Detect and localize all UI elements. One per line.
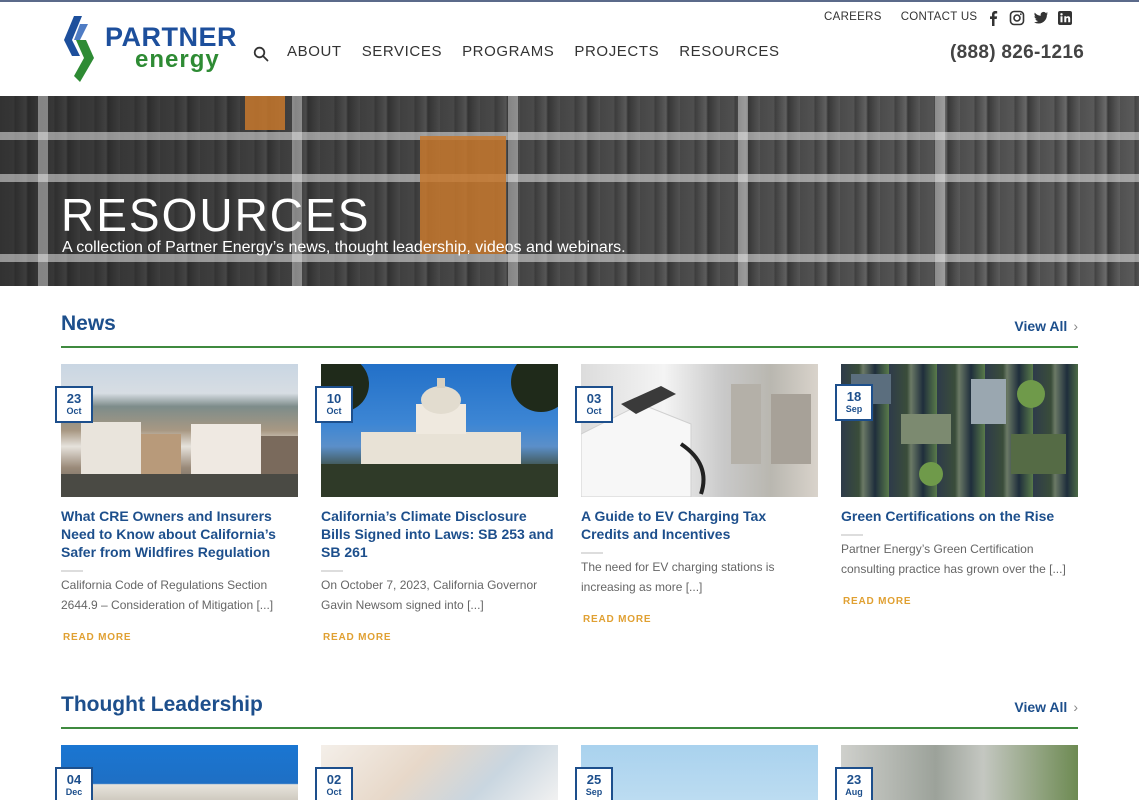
thought-leadership-card[interactable]: 23 Aug xyxy=(835,745,1078,800)
news-card-excerpt: Partner Energy’s Green Certification con… xyxy=(841,542,1066,576)
date-month: Dec xyxy=(65,787,83,797)
shelf-board xyxy=(0,132,1139,140)
news-card[interactable]: 23 Oct What CRE Owners and Insurers Need… xyxy=(55,364,298,654)
page-subtitle: A collection of Partner Energy’s news, t… xyxy=(62,239,626,256)
nav-item-projects[interactable]: PROJECTS xyxy=(574,43,659,60)
news-card[interactable]: 03 Oct A Guide to EV Charging Tax Credit… xyxy=(575,364,818,634)
orange-binder xyxy=(245,96,285,130)
news-card-title[interactable]: What CRE Owners and Insurers Need to Kno… xyxy=(61,507,298,561)
date-month: Oct xyxy=(326,787,342,797)
news-card-title[interactable]: California’s Climate Disclosure Bills Si… xyxy=(321,507,558,561)
utility-links: CAREERS CONTACT US xyxy=(824,11,996,23)
date-month: Oct xyxy=(586,406,602,416)
thought-leadership-section-title: Thought Leadership xyxy=(61,693,263,716)
capitol-building-image xyxy=(321,364,558,497)
read-more-link[interactable]: READ MORE xyxy=(843,596,911,607)
read-more-link[interactable]: READ MORE xyxy=(323,632,391,643)
date-day: 23 xyxy=(66,391,82,406)
date-day: 03 xyxy=(586,391,602,406)
read-more-link[interactable]: READ MORE xyxy=(583,614,651,625)
site-logo[interactable]: PARTNER energy xyxy=(60,14,237,86)
date-badge: 03 Oct xyxy=(575,386,613,423)
card-divider xyxy=(581,552,603,554)
aerial-city-image xyxy=(851,374,1066,486)
page-title: RESOURCES xyxy=(61,189,371,241)
date-month: Aug xyxy=(845,787,863,797)
read-more-link[interactable]: READ MORE xyxy=(63,632,131,643)
date-badge: 10 Oct xyxy=(315,386,353,423)
date-badge: 04 Dec xyxy=(55,767,93,800)
hero-banner: RESOURCES A collection of Partner Energy… xyxy=(0,96,1139,286)
nav-item-programs[interactable]: PROGRAMS xyxy=(462,43,554,60)
card-divider xyxy=(61,570,83,572)
chevron-right-icon: › xyxy=(1073,699,1078,715)
news-section-divider xyxy=(61,346,1078,348)
card-divider xyxy=(841,534,863,536)
nav-item-resources[interactable]: RESOURCES xyxy=(679,43,779,60)
date-month: Oct xyxy=(66,406,82,416)
logo-word-energy: energy xyxy=(135,46,220,73)
news-card[interactable]: 10 Oct California’s Climate Disclosure B… xyxy=(315,364,558,654)
view-all-label: View All xyxy=(1014,699,1068,715)
contact-us-link[interactable]: CONTACT US xyxy=(901,11,978,23)
news-card[interactable]: 18 Sep Green Certifications on the Rise … xyxy=(835,364,1078,614)
card-divider xyxy=(321,570,343,572)
chevron-right-icon: › xyxy=(1073,318,1078,334)
date-month: Oct xyxy=(326,406,342,416)
thought-leadership-section-divider xyxy=(61,727,1078,729)
date-month: Sep xyxy=(585,787,603,797)
news-card-title[interactable]: A Guide to EV Charging Tax Credits and I… xyxy=(581,507,818,543)
news-card-excerpt: California Code of Regulations Section 2… xyxy=(61,578,274,612)
thought-leadership-card-image[interactable] xyxy=(841,745,1078,800)
nav-item-about[interactable]: ABOUT xyxy=(287,43,342,60)
logo-mark-icon xyxy=(64,16,94,82)
main-nav: ABOUT SERVICES PROGRAMS PROJECTS RESOURC… xyxy=(287,43,800,60)
date-day: 23 xyxy=(846,772,862,787)
careers-link[interactable]: CAREERS xyxy=(824,11,882,23)
thought-leadership-card[interactable]: 25 Sep xyxy=(575,745,818,800)
thought-leadership-card[interactable]: 02 Oct xyxy=(315,745,558,800)
date-day: 25 xyxy=(586,772,602,787)
date-badge: 23 Oct xyxy=(55,386,93,423)
date-day: 04 xyxy=(66,772,82,787)
news-card-image[interactable] xyxy=(581,364,818,497)
news-card-excerpt: The need for EV charging stations is inc… xyxy=(581,560,775,594)
search-icon[interactable] xyxy=(253,46,269,62)
news-card-image[interactable] xyxy=(61,364,298,497)
date-badge: 18 Sep xyxy=(835,384,873,421)
orange-binder xyxy=(420,136,506,254)
news-view-all-link[interactable]: View All › xyxy=(1014,318,1078,334)
thought-leadership-view-all-link[interactable]: View All › xyxy=(1014,699,1078,715)
thought-leadership-card-image[interactable] xyxy=(321,745,558,800)
facebook-icon[interactable] xyxy=(985,10,1001,26)
view-all-label: View All xyxy=(1014,318,1068,334)
date-badge: 02 Oct xyxy=(315,767,353,800)
date-badge: 23 Aug xyxy=(835,767,873,800)
ev-charger-image xyxy=(581,384,811,497)
instagram-icon[interactable] xyxy=(1009,10,1025,26)
thought-leadership-card-image[interactable] xyxy=(581,745,818,800)
twitter-icon[interactable] xyxy=(1033,10,1049,26)
phone-number[interactable]: (888) 826-1216 xyxy=(950,42,1084,64)
news-section-title: News xyxy=(61,312,116,335)
thought-leadership-card[interactable]: 04 Dec xyxy=(55,745,298,800)
thought-leadership-card-image[interactable] xyxy=(61,745,298,800)
city-buildings-image xyxy=(61,422,298,497)
news-card-title[interactable]: Green Certifications on the Rise xyxy=(841,507,1078,525)
news-card-image[interactable] xyxy=(321,364,558,497)
site-header: PARTNER energy ABOUT SERVICES PROGRAMS P… xyxy=(0,2,1139,96)
news-card-excerpt: On October 7, 2023, California Governor … xyxy=(321,578,538,612)
social-links xyxy=(985,10,1073,26)
linkedin-icon[interactable] xyxy=(1057,10,1073,26)
date-day: 18 xyxy=(846,389,862,404)
date-day: 10 xyxy=(326,391,342,406)
news-card-image[interactable] xyxy=(841,364,1078,497)
nav-item-services[interactable]: SERVICES xyxy=(362,43,442,60)
shelf-board xyxy=(0,174,1139,182)
date-badge: 25 Sep xyxy=(575,767,613,800)
date-day: 02 xyxy=(326,772,342,787)
date-month: Sep xyxy=(845,404,863,414)
